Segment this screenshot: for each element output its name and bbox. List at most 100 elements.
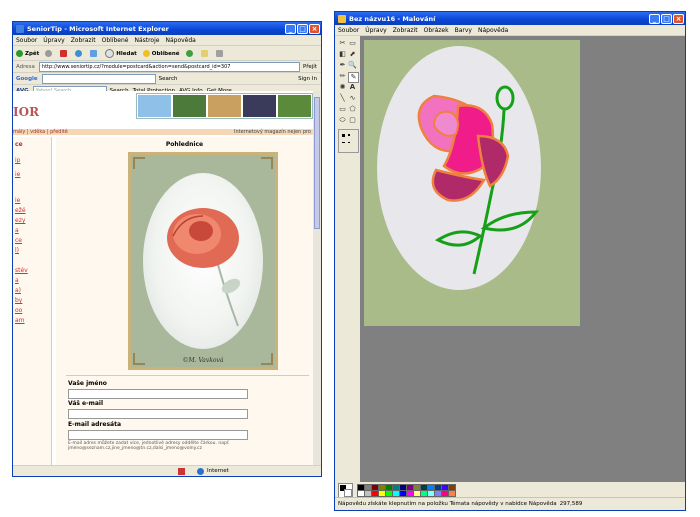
stop-button[interactable] bbox=[60, 49, 69, 57]
sidebar-link[interactable]: ip bbox=[15, 157, 20, 164]
search-button[interactable]: Hledat bbox=[105, 48, 137, 58]
select-free-tool[interactable]: ✂ bbox=[338, 39, 347, 48]
menu-barvy[interactable]: Barvy bbox=[455, 27, 472, 34]
menu-upravy[interactable]: Úpravy bbox=[43, 37, 64, 44]
name-label: Vaše jméno bbox=[68, 380, 107, 387]
maximize-button[interactable]: □ bbox=[661, 13, 672, 24]
menu-napoveda[interactable]: Nápověda bbox=[165, 37, 195, 44]
history-button[interactable] bbox=[185, 49, 195, 57]
sidebar-link[interactable]: by bbox=[15, 297, 22, 304]
airbrush-tool[interactable]: ✺ bbox=[338, 83, 347, 92]
site-tagline: Internetový magazín nejen pro bbox=[233, 129, 311, 135]
color-picker-tool[interactable]: ✒ bbox=[338, 61, 347, 70]
sidebar-link[interactable]: oo bbox=[15, 307, 22, 314]
menu-napoveda[interactable]: Nápověda bbox=[478, 27, 508, 34]
minimize-button[interactable]: _ bbox=[649, 13, 660, 24]
go-button[interactable]: Přejít bbox=[303, 64, 317, 70]
sidebar-link[interactable]: a bbox=[15, 277, 19, 284]
menu-zobrazit[interactable]: Zobrazit bbox=[393, 27, 418, 34]
polygon-tool[interactable]: ⬠ bbox=[348, 105, 357, 114]
corner-ornament bbox=[133, 353, 145, 365]
rose-drawing bbox=[377, 46, 541, 290]
name-input[interactable] bbox=[68, 389, 248, 399]
ad-banner[interactable] bbox=[136, 93, 313, 119]
back-button[interactable]: Zpět bbox=[16, 49, 39, 57]
address-input[interactable]: http://www.seniortip.cz/?module=postcard… bbox=[38, 61, 301, 72]
ie-window-title: SeniorTip - Microsoft Internet Explorer bbox=[27, 24, 169, 33]
brush-size-option bbox=[348, 134, 350, 136]
menu-soubor[interactable]: Soubor bbox=[338, 27, 359, 34]
google-search-input[interactable] bbox=[41, 73, 156, 84]
menu-nastroje[interactable]: Nástroje bbox=[134, 37, 159, 44]
menu-upravy[interactable]: Úpravy bbox=[365, 27, 386, 34]
sidebar-link[interactable]: am bbox=[15, 317, 25, 324]
menu-oblibene[interactable]: Oblíbené bbox=[102, 37, 129, 44]
google-search-button[interactable]: Search bbox=[159, 76, 178, 82]
zone-icon bbox=[197, 467, 204, 475]
rectangle-tool[interactable]: ▭ bbox=[338, 105, 347, 114]
menu-zobrazit[interactable]: Zobrazit bbox=[71, 37, 96, 44]
background-color bbox=[344, 488, 352, 497]
palette-swatch[interactable] bbox=[448, 490, 456, 497]
text-tool[interactable]: A bbox=[348, 83, 357, 92]
left-sidebar: ce ip ie ie ežé ezy a ce l) stév a a) by… bbox=[13, 137, 52, 466]
corner-ornament bbox=[133, 157, 145, 169]
refresh-button[interactable] bbox=[75, 49, 84, 57]
paint-titlebar[interactable]: Bez názvu16 - Malování _ □ × bbox=[335, 12, 685, 25]
paint-menubar: Soubor Úpravy Zobrazit Obrázek Barvy Náp… bbox=[335, 25, 685, 36]
sidebar-link[interactable]: l) bbox=[15, 247, 19, 254]
line-tool[interactable]: ╲ bbox=[338, 94, 347, 103]
email-label: Váš e-mail bbox=[68, 400, 103, 407]
google-signin-button[interactable]: Sign In bbox=[298, 76, 317, 82]
magnifier-tool[interactable]: 🔍 bbox=[348, 61, 357, 70]
sidebar-link[interactable]: ce bbox=[15, 237, 22, 244]
email-input[interactable] bbox=[68, 409, 248, 419]
forward-button[interactable] bbox=[45, 49, 54, 57]
sidebar-link[interactable]: ie bbox=[15, 171, 20, 178]
ie-window: SeniorTip - Microsoft Internet Explorer … bbox=[12, 21, 322, 477]
current-colors[interactable] bbox=[338, 482, 353, 498]
drawing-canvas[interactable] bbox=[364, 40, 580, 326]
print-button[interactable] bbox=[215, 49, 225, 57]
sidebar-link[interactable]: ezy bbox=[15, 217, 25, 224]
ie-menubar: Soubor Úpravy Zobrazit Oblíbené Nástroje… bbox=[13, 35, 321, 46]
minimize-button[interactable]: _ bbox=[285, 23, 296, 34]
sidebar-link[interactable]: a bbox=[15, 227, 19, 234]
site-nav-links[interactable]: mály | vděka | předitě bbox=[13, 129, 68, 135]
curve-tool[interactable]: ∿ bbox=[348, 94, 357, 103]
brush-size-option bbox=[348, 142, 350, 143]
menu-soubor[interactable]: Soubor bbox=[16, 37, 37, 44]
brush-tool[interactable]: ✎ bbox=[348, 72, 359, 83]
eraser-tool[interactable]: ◧ bbox=[338, 50, 347, 59]
fill-tool[interactable]: ⬈ bbox=[348, 50, 357, 59]
home-button[interactable] bbox=[90, 49, 99, 57]
postcard-signature: ©M. Vavková bbox=[182, 357, 224, 364]
sidebar-link[interactable]: ie bbox=[15, 197, 20, 204]
mail-button[interactable] bbox=[200, 49, 210, 57]
maximize-button[interactable]: □ bbox=[297, 23, 308, 34]
sidebar-link[interactable]: ežé bbox=[15, 207, 26, 214]
favorites-button[interactable]: Oblíbené bbox=[142, 49, 180, 57]
history-icon bbox=[185, 49, 193, 57]
ie-titlebar[interactable]: SeniorTip - Microsoft Internet Explorer … bbox=[13, 22, 321, 35]
back-arrow-icon bbox=[16, 49, 23, 57]
cursor-coordinates: 297,589 bbox=[559, 501, 583, 507]
recipient-input[interactable] bbox=[68, 430, 248, 440]
sidebar-link[interactable]: a) bbox=[15, 287, 21, 294]
scrollbar-thumb[interactable] bbox=[314, 97, 320, 229]
rounded-rect-tool[interactable]: ▢ bbox=[348, 116, 357, 125]
address-bar: Adresa http://www.seniortip.cz/?module=p… bbox=[13, 61, 321, 73]
close-button[interactable]: × bbox=[673, 13, 684, 24]
brush-size-options[interactable] bbox=[338, 129, 359, 153]
pencil-tool[interactable]: ✏ bbox=[338, 72, 347, 81]
popup-blocked-icon bbox=[178, 467, 185, 475]
sidebar-link[interactable]: stév bbox=[15, 267, 28, 274]
close-button[interactable]: × bbox=[309, 23, 320, 34]
ad-tile bbox=[243, 95, 276, 117]
menu-obrazek[interactable]: Obrázek bbox=[424, 27, 449, 34]
ad-tile bbox=[208, 95, 241, 117]
web-page: IOR mály | vděka | předitě Internetový m… bbox=[13, 91, 313, 466]
ellipse-tool[interactable]: ⬭ bbox=[338, 116, 347, 125]
select-rect-tool[interactable]: ▭ bbox=[348, 39, 357, 48]
ie-vertical-scrollbar[interactable] bbox=[313, 91, 321, 466]
